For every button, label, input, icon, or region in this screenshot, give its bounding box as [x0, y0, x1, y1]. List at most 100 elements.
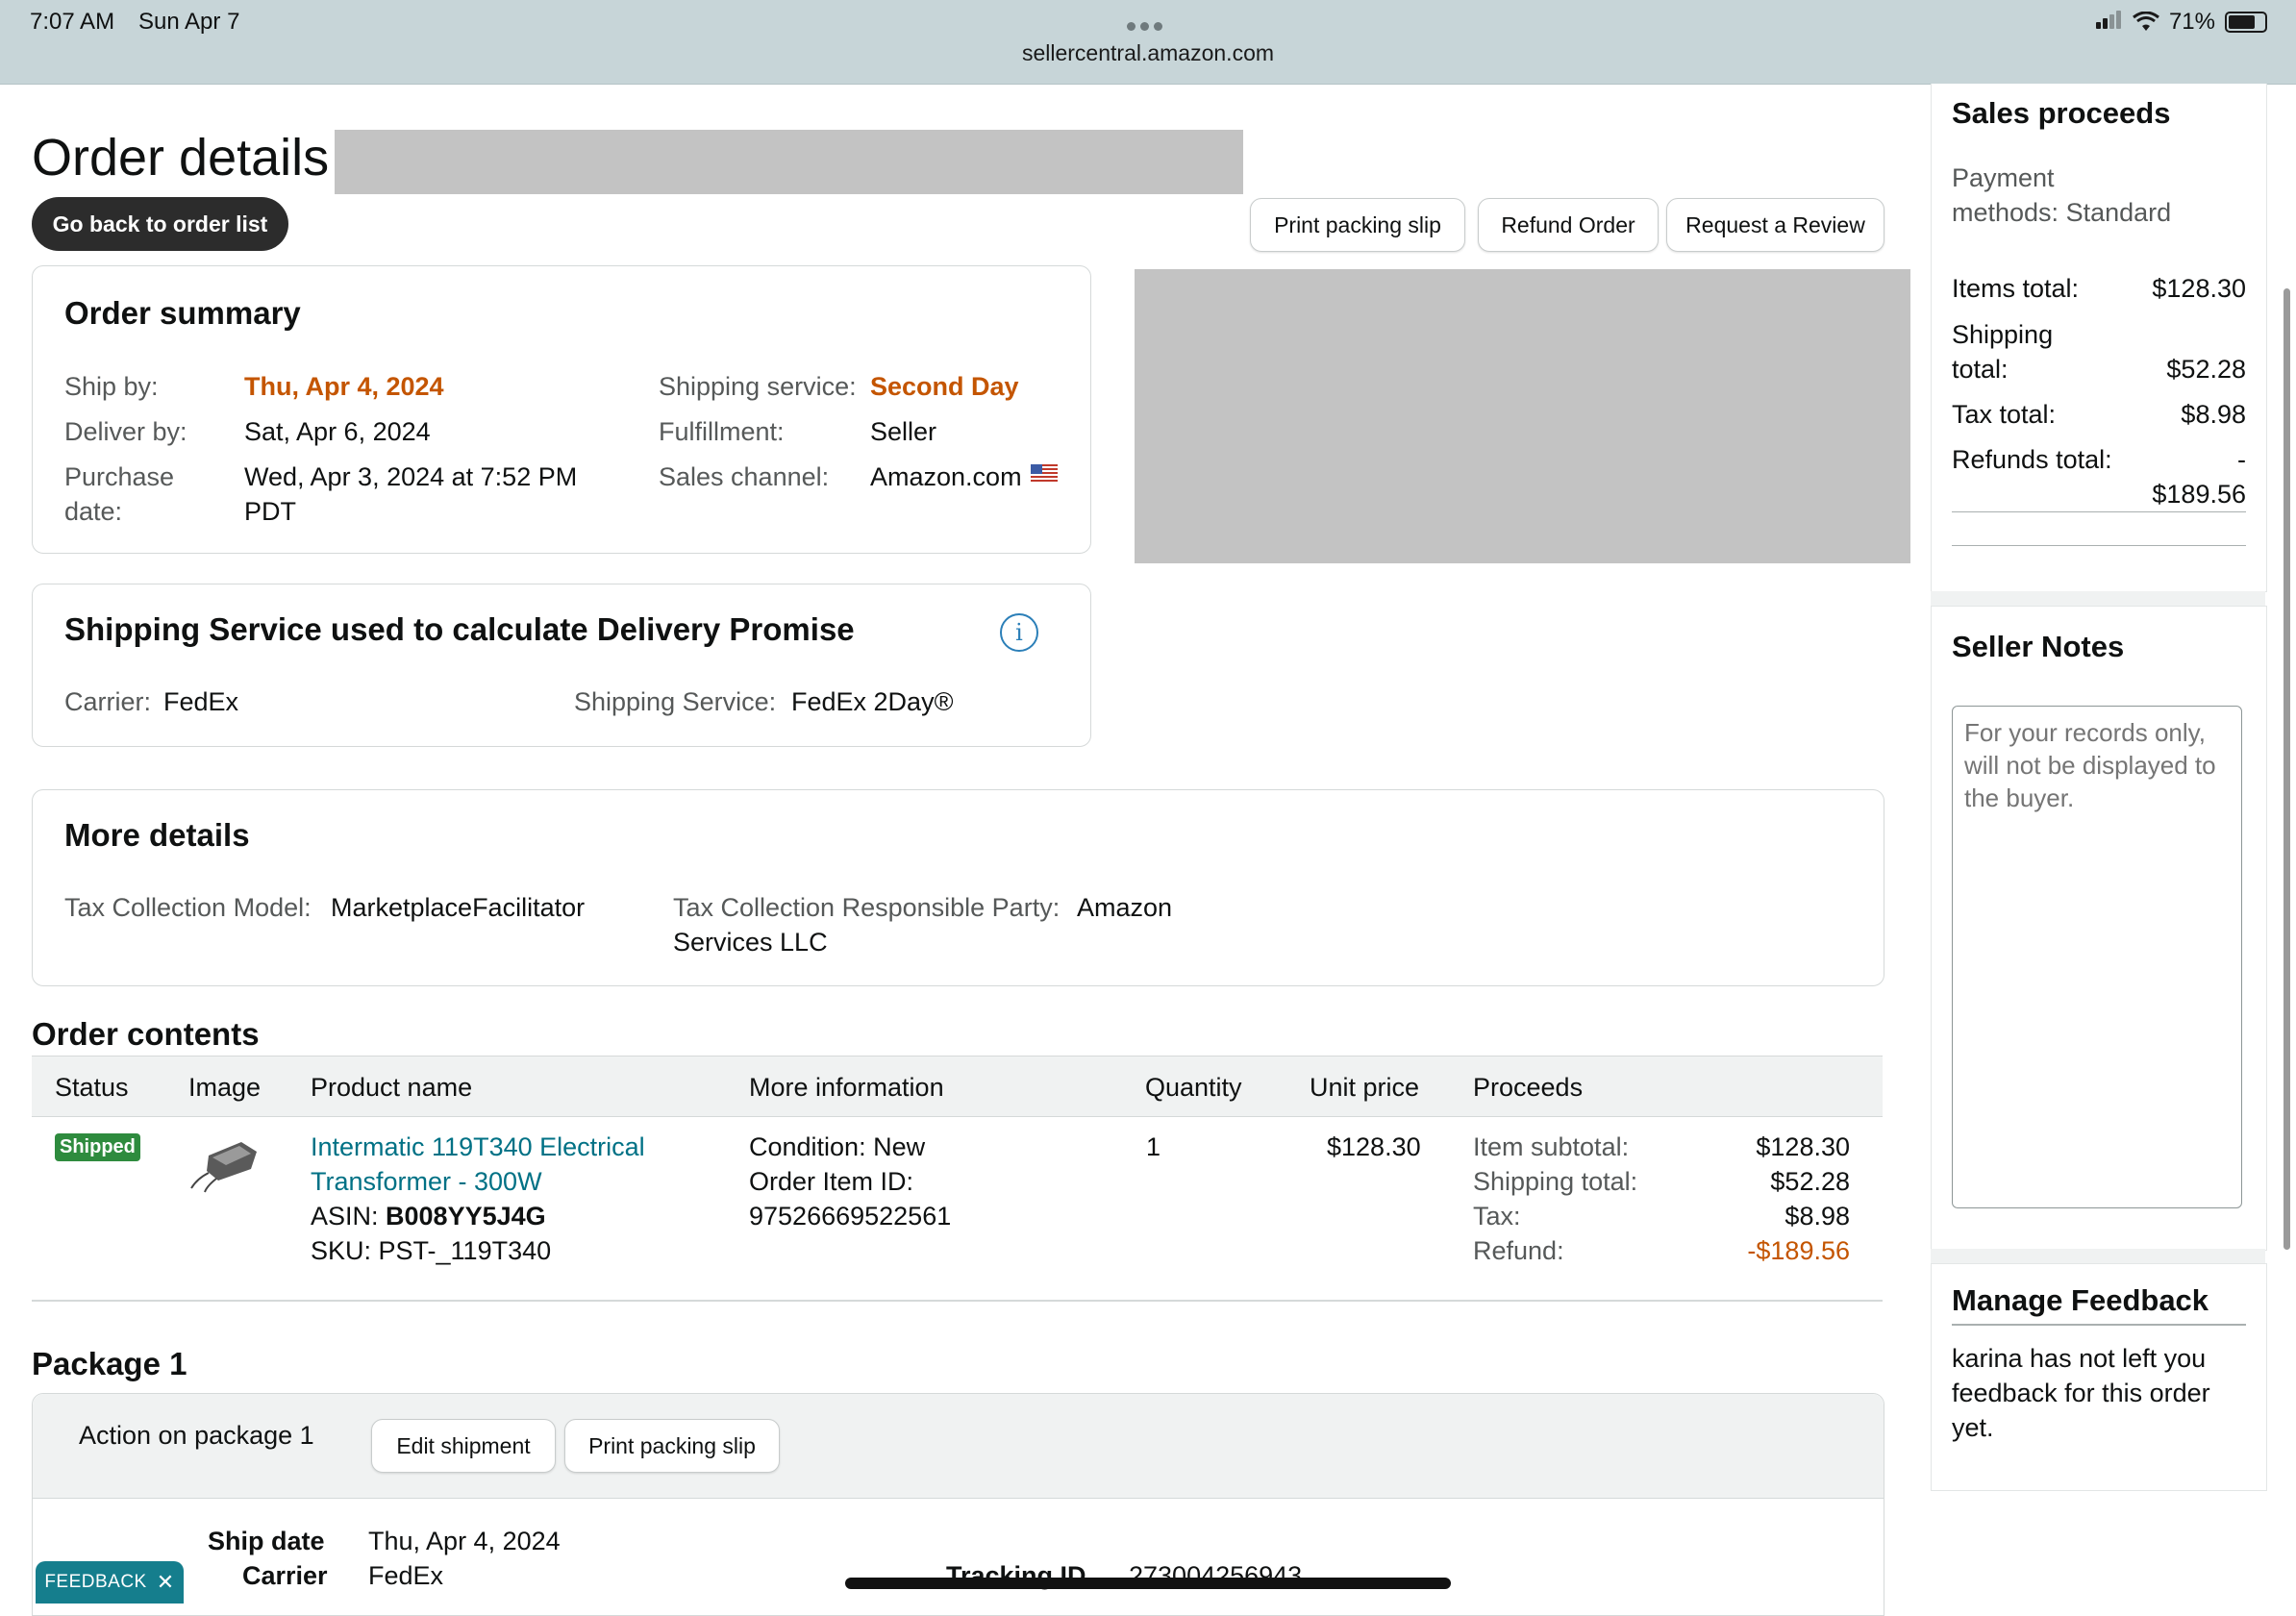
seller-notes-title: Seller Notes	[1952, 630, 2125, 663]
battery-icon	[2225, 12, 2267, 33]
product-name-line2[interactable]: Transformer - 300W	[311, 1164, 645, 1199]
edit-shipment-button[interactable]: Edit shipment	[371, 1419, 556, 1473]
shipping-total-label-line2: total:	[1952, 355, 2009, 384]
proceeds-refund-label: Refund:	[1473, 1236, 1564, 1265]
feedback-tab[interactable]: FEEDBACK ✕	[36, 1561, 184, 1604]
package-title: Package 1	[32, 1346, 187, 1381]
section-separator-2	[1931, 1249, 2265, 1263]
tax-party-value-line2: Services LLC	[673, 928, 828, 957]
close-icon[interactable]: ✕	[157, 1570, 175, 1595]
col-proceeds: Proceeds	[1473, 1073, 1584, 1102]
sales-proceeds-card: Sales proceeds Payment methods: Standard…	[1931, 84, 2267, 592]
sales-proceeds-title: Sales proceeds	[1952, 96, 2171, 130]
sales-channel-value: Amazon.com	[870, 462, 1022, 491]
package-carrier-label: Carrier	[242, 1561, 328, 1590]
totals-divider	[1952, 511, 2246, 512]
product-name-line1[interactable]: Intermatic 119T340 Electrical	[311, 1130, 645, 1164]
us-flag-icon	[1031, 464, 1058, 483]
col-unit-price: Unit price	[1310, 1073, 1420, 1102]
totals-divider-2	[1952, 545, 2246, 546]
order-contents-header: Status Image Product name More informati…	[32, 1056, 1883, 1117]
product-thumbnail[interactable]	[187, 1134, 266, 1194]
cellular-signal-icon	[2095, 9, 2123, 36]
package-print-packing-slip-button[interactable]: Print packing slip	[564, 1419, 780, 1473]
shipping-total-value: $52.28	[2166, 355, 2246, 384]
battery-percent: 71%	[2168, 9, 2215, 35]
feedback-title-divider	[1952, 1324, 2246, 1326]
proceeds-item-subtotal-value: $128.30	[1756, 1132, 1850, 1161]
back-to-order-list-button[interactable]: Go back to order list	[32, 197, 288, 251]
refunds-total-label: Refunds total:	[1952, 445, 2112, 474]
delivery-promise-title: Shipping Service used to calculate Deliv…	[64, 611, 855, 647]
ship-date-label: Ship date	[208, 1527, 325, 1555]
tax-party-label: Tax Collection Responsible Party:	[673, 893, 1061, 922]
col-quantity: Quantity	[1145, 1073, 1242, 1102]
request-review-button[interactable]: Request a Review	[1666, 198, 1884, 252]
manage-feedback-card: Manage Feedback karina has not left you …	[1931, 1263, 2267, 1491]
more-details-card: More details Tax Collection Model: Marke…	[32, 789, 1884, 986]
shipping-total-label-line1: Shipping	[1952, 320, 2054, 349]
seller-notes-input[interactable]	[1952, 706, 2242, 1208]
info-icon[interactable]: i	[1000, 613, 1038, 652]
quantity-value: 1	[1146, 1132, 1161, 1161]
proceeds-shipping-label: Shipping total:	[1473, 1167, 1638, 1196]
tax-total-label: Tax total:	[1952, 400, 2057, 429]
sku: SKU: PST-_119T340	[311, 1236, 552, 1265]
deliver-by-label: Deliver by:	[64, 417, 187, 446]
address-bar[interactable]: sellercentral.amazon.com	[0, 40, 2296, 66]
status-time: 7:07 AM	[30, 9, 115, 35]
refund-order-button[interactable]: Refund Order	[1478, 198, 1659, 252]
purchase-date-value: Wed, Apr 3, 2024 at 7:52 PM PDT	[244, 460, 577, 529]
purchase-date-label-line1: Purchase	[64, 462, 175, 491]
proceeds-refund-value: -$189.56	[1747, 1236, 1850, 1265]
payment-methods-value: Standard	[2065, 198, 2172, 227]
product-name-link[interactable]: Intermatic 119T340 Electrical Transforme…	[311, 1130, 645, 1199]
fulfillment-label: Fulfillment:	[659, 417, 785, 446]
payment-methods-label-line2: methods:	[1952, 198, 2059, 227]
asin: ASIN: B008YY5J4G	[311, 1199, 546, 1233]
scrollbar[interactable]	[2284, 288, 2290, 1250]
proceeds-shipping-value: $52.28	[1770, 1167, 1850, 1196]
ship-by-value: Thu, Apr 4, 2024	[244, 372, 444, 401]
purchase-date-line1: Wed, Apr 3, 2024 at 7:52 PM	[244, 462, 578, 491]
items-total-label: Items total:	[1952, 274, 2080, 303]
status-bar: 7:07 AM Sun Apr 7 sellercentral.amazon.c…	[0, 0, 2296, 85]
purchase-date-line2: PDT	[244, 497, 296, 526]
proceeds-breakdown: Item subtotal: $128.30 Shipping total: $52…	[1473, 1130, 1850, 1268]
items-total-value: $128.30	[2152, 274, 2246, 303]
manage-feedback-title: Manage Feedback	[1952, 1283, 2209, 1317]
refunds-total-sign: -	[2237, 445, 2246, 474]
more-details-title: More details	[64, 817, 250, 853]
status-badge: Shipped	[55, 1133, 140, 1161]
service-value: FedEx 2Day®	[791, 687, 954, 716]
tax-total-value: $8.98	[2181, 400, 2246, 429]
feedback-tab-label[interactable]: FEEDBACK	[44, 1572, 146, 1593]
order-contents-title: Order contents	[32, 1016, 260, 1052]
purchase-date-label: Purchase date:	[64, 460, 174, 529]
unit-price-value: $128.30	[1327, 1132, 1421, 1161]
carrier-label: Carrier:	[64, 687, 152, 716]
print-packing-slip-button[interactable]: Print packing slip	[1250, 198, 1465, 252]
service-label: Shipping Service:	[574, 687, 777, 716]
deliver-by-value: Sat, Apr 6, 2024	[244, 417, 431, 446]
refunds-total-value: $189.56	[2152, 480, 2246, 509]
shipping-total-label: Shipping total:	[1952, 317, 2053, 386]
home-indicator	[845, 1578, 1451, 1589]
tax-model-value: MarketplaceFacilitator	[331, 893, 586, 922]
order-summary-title: Order summary	[64, 295, 301, 331]
redacted-region	[1135, 269, 1910, 563]
redacted-order-id	[335, 130, 1243, 194]
more-dots-icon[interactable]	[1127, 18, 1171, 31]
status-date: Sun Apr 7	[138, 9, 240, 35]
delivery-promise-card: Shipping Service used to calculate Deliv…	[32, 584, 1091, 747]
proceeds-item-subtotal-label: Item subtotal:	[1473, 1132, 1630, 1161]
fulfillment-value: Seller	[870, 417, 937, 446]
tax-model-label: Tax Collection Model:	[64, 893, 312, 922]
sales-channel-label: Sales channel:	[659, 462, 830, 491]
section-separator	[1931, 591, 2265, 606]
col-image: Image	[188, 1073, 262, 1102]
row-divider	[32, 1300, 1883, 1302]
carrier-value: FedEx	[163, 687, 239, 716]
shipping-service-value: Second Day	[870, 372, 1019, 401]
payment-methods-label: Payment methods: Standard	[1952, 161, 2171, 230]
